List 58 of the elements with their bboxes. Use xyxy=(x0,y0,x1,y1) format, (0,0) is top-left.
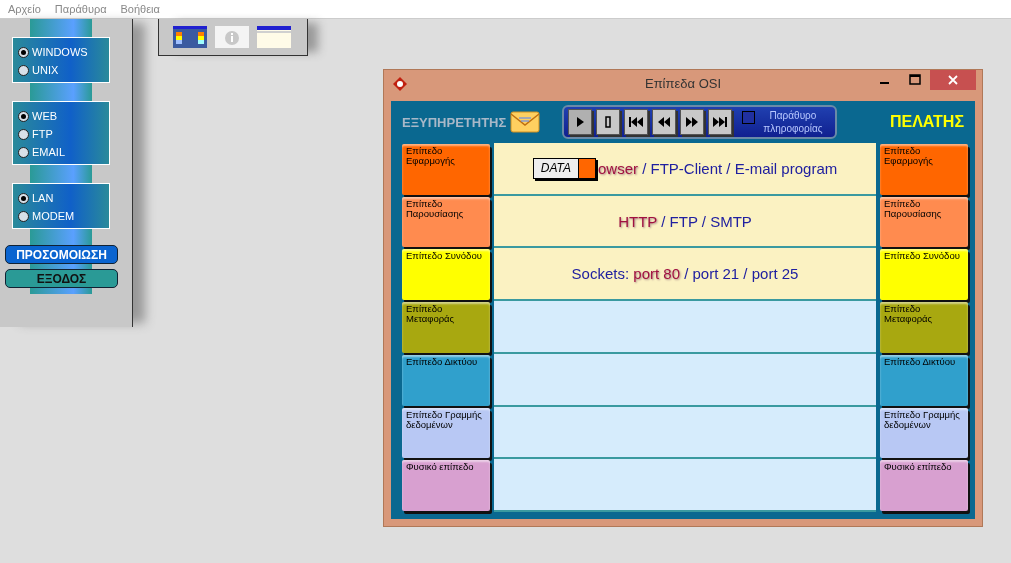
checkbox-label: Παράθυρο πληροφορίας xyxy=(762,109,824,135)
exit-button[interactable]: ΕΞΟΔΟΣ xyxy=(5,269,118,288)
layer-button[interactable]: Επίπεδο Παρουσίασης xyxy=(402,196,490,248)
app-icon xyxy=(392,75,408,92)
layer-button[interactable]: Επίπεδο Μεταφοράς xyxy=(402,302,490,353)
simulate-button[interactable]: ΠΡΟΣΟΜΟΙΩΣΗ xyxy=(5,245,118,264)
play-button[interactable] xyxy=(568,109,592,135)
server-label: ΕΞΥΠΗΡΕΤΗΤΗΣ xyxy=(402,114,507,130)
rewind-button[interactable] xyxy=(652,109,676,135)
fast-forward-icon xyxy=(685,115,699,129)
layer-button[interactable]: Φυσικό επίπεδο xyxy=(880,460,968,511)
window-title: Επίπεδα OSI xyxy=(644,76,722,91)
pause-button[interactable] xyxy=(596,109,620,135)
option-label: WEB xyxy=(32,110,58,122)
protocol-text: HTTP / FTP / SMTP xyxy=(618,212,752,230)
layer-button[interactable]: Επίπεδο Δικτύου xyxy=(880,354,968,406)
menu-item[interactable]: Βοήθεια xyxy=(120,3,160,15)
layer-button[interactable]: Επίπεδο Συνόδου xyxy=(880,249,968,301)
client-label: ΠΕΛΑΤΗΣ xyxy=(889,113,964,131)
close-button[interactable] xyxy=(930,70,976,90)
skip-forward-icon xyxy=(712,115,728,129)
skip-back-icon xyxy=(628,115,644,129)
radio-button[interactable] xyxy=(18,192,29,204)
radio-button[interactable] xyxy=(18,146,29,158)
option-label: LAN xyxy=(32,192,54,204)
last-button[interactable] xyxy=(708,109,732,135)
layer-button[interactable]: Επίπεδο Εφαρμογής xyxy=(880,144,968,195)
first-button[interactable] xyxy=(624,109,648,135)
protocol-text: owser / FTP-Client / E-mail program xyxy=(598,159,838,177)
envelope-icon xyxy=(510,109,541,135)
option-label: FTP xyxy=(32,128,53,140)
radio-button[interactable] xyxy=(18,128,29,140)
option-label: UNIX xyxy=(32,64,59,76)
option-label: WINDOWS xyxy=(32,46,88,58)
option-label: MODEM xyxy=(32,210,75,222)
window-icon[interactable] xyxy=(257,26,291,48)
data-badge-label: DATA xyxy=(533,158,578,178)
layer-button[interactable]: Επίπεδο Συνόδου xyxy=(402,249,490,301)
radio-button[interactable] xyxy=(18,64,29,76)
layer-button[interactable]: Επίπεδο Παρουσίασης xyxy=(880,196,968,248)
menu-item[interactable]: Παράθυρα xyxy=(54,3,107,15)
forward-button[interactable] xyxy=(680,109,704,135)
layer-button[interactable]: Επίπεδο Γραμμής δεδομένων xyxy=(880,407,968,459)
layer-button[interactable]: Επίπεδο Δικτύου xyxy=(402,354,490,406)
layer-button[interactable]: Επίπεδο Μεταφοράς xyxy=(880,302,968,353)
layer-button[interactable]: Επίπεδο Γραμμής δεδομένων xyxy=(402,407,490,459)
radio-button[interactable] xyxy=(18,210,29,222)
layer-button[interactable]: Επίπεδο Εφαρμογής xyxy=(402,144,490,195)
checkbox[interactable] xyxy=(742,111,755,124)
protocol-text: Sockets: port 80 / port 21 / port 25 xyxy=(571,265,799,283)
menu-item[interactable]: Αρχείο xyxy=(8,3,41,15)
rewind-icon xyxy=(657,115,671,129)
close-icon xyxy=(948,75,958,85)
radio-button[interactable] xyxy=(18,110,29,122)
layer-button[interactable]: Φυσικό επίπεδο xyxy=(402,460,490,511)
option-label: EMAIL xyxy=(32,146,65,158)
layers-icon[interactable] xyxy=(173,26,207,48)
radio-button[interactable] xyxy=(18,46,29,58)
